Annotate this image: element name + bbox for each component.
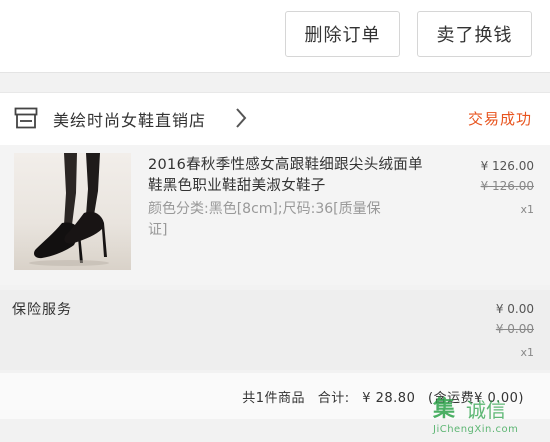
delete-order-button[interactable]: 删除订单	[285, 11, 400, 57]
product-original-price: ¥ 126.00	[480, 179, 534, 193]
total-amount: ¥ 28.80	[362, 391, 416, 406]
black-heels-image	[29, 153, 109, 266]
product-price: ¥ 126.00	[480, 159, 534, 173]
insurance-price: ¥ 0.00	[495, 302, 534, 316]
order-actions-bar: 删除订单 卖了换钱	[0, 0, 550, 73]
total-label: 合计:	[317, 391, 350, 406]
insurance-label: 保险服务	[12, 302, 72, 318]
watermark: 集 诚信 JiChengXin.com	[430, 388, 548, 442]
insurance-quantity: x1	[520, 346, 534, 359]
order-status: 交易成功	[467, 110, 532, 128]
watermark-logo: 集	[433, 397, 456, 422]
insurance-original-price: ¥ 0.00	[495, 322, 534, 336]
order-item[interactable]: 2016春秋季性感女高跟鞋细跟尖头绒面单鞋黑色职业鞋甜美淑女鞋子 颜色分类:黑色…	[0, 145, 550, 285]
store-header[interactable]: 美绘时尚女鞋直销店 交易成功	[0, 92, 550, 146]
store-name[interactable]: 美绘时尚女鞋直销店	[53, 107, 206, 131]
product-spec: 颜色分类:黑色[8cm];尺码:36[质量保证]	[148, 201, 381, 238]
chevron-right-icon[interactable]	[234, 107, 248, 129]
store-icon	[14, 107, 38, 129]
product-title[interactable]: 2016春秋季性感女高跟鞋细跟尖头绒面单鞋黑色职业鞋甜美淑女鞋子	[148, 155, 426, 197]
product-quantity: x1	[520, 203, 534, 216]
insurance-service-row: 保险服务 ¥ 0.00 ¥ 0.00 x1	[0, 290, 550, 370]
product-image[interactable]	[14, 153, 131, 270]
watermark-url: JiChengXin.com	[433, 424, 519, 435]
sell-for-cash-button[interactable]: 卖了换钱	[417, 11, 532, 57]
watermark-name: 诚信	[466, 398, 506, 422]
item-count: 共1件商品	[242, 391, 306, 406]
